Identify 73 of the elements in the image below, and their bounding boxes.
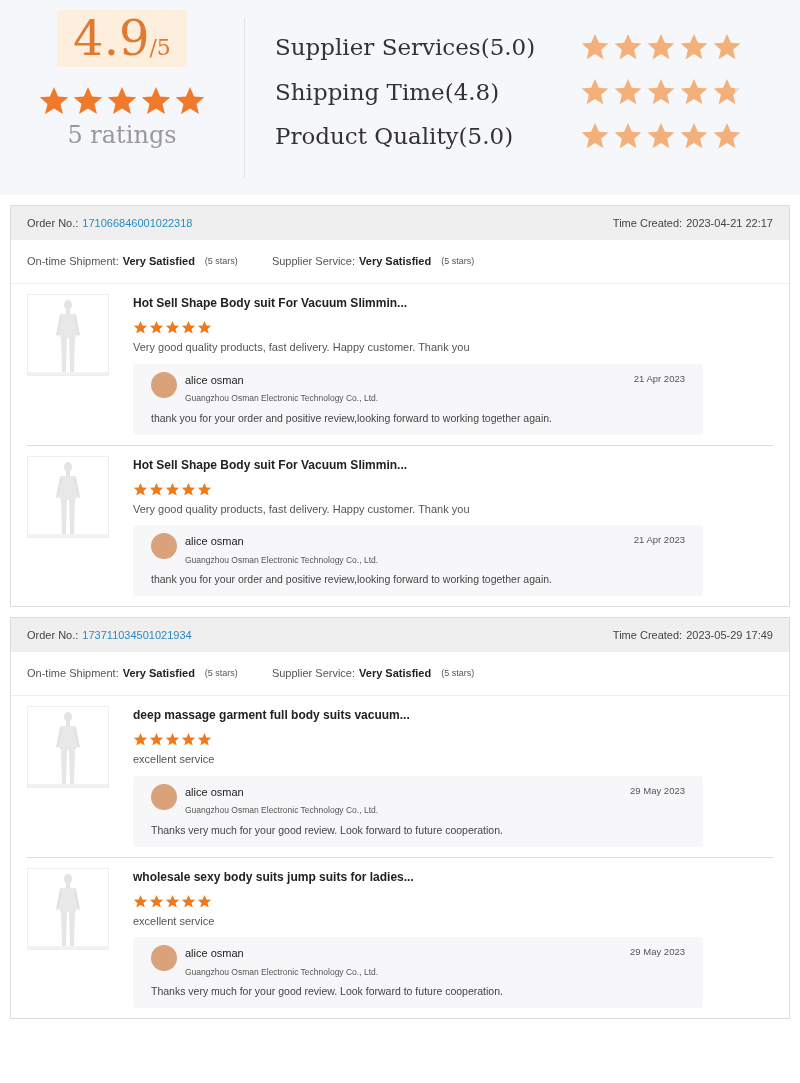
category-label: Supplier Services(5.0) xyxy=(275,33,537,62)
star-icon xyxy=(133,893,148,909)
company-name: Guangzhou Osman Electronic Technology Co., Ltd. xyxy=(185,804,379,817)
reply-date: 21 Apr 2023 xyxy=(633,533,685,547)
avatar xyxy=(151,533,177,559)
star-icon xyxy=(165,481,180,497)
criterion-value: Very Satisfied xyxy=(122,254,195,270)
star-icon xyxy=(181,732,196,747)
reply-text: thank you for your order and positive review,looking forward to working together again. xyxy=(151,410,553,426)
criterion-stars: (5 stars) xyxy=(441,254,475,268)
product-title: wholesale sexy body suits jump suits for ladies... xyxy=(133,868,415,886)
star-icon xyxy=(149,893,164,909)
replier-name: alice osman xyxy=(185,372,245,388)
company-name: Guangzhou Osman Electronic Technology Co., Ltd. xyxy=(185,965,379,979)
criterion-label: Supplier Service: xyxy=(271,666,356,682)
criterion-label: On-time Shipment: xyxy=(27,254,119,270)
order-label: Order No.: xyxy=(27,627,79,643)
time-label: Time Created: xyxy=(612,215,683,231)
review-text: Very good quality products, fast delivery. Happy customer. Thank you xyxy=(133,340,471,355)
criterion-stars: (5 stars) xyxy=(204,254,238,268)
criterion-value: Very Satisfied xyxy=(122,666,195,682)
reply-date: 29 May 2023 xyxy=(630,945,685,959)
star-icon xyxy=(181,481,196,497)
order-number-link[interactable]: 171066846001022318 xyxy=(82,214,193,232)
reply-text: thank you for your order and positive review,looking forward to working together again. xyxy=(151,572,553,588)
category-label: Product Quality(5.0) xyxy=(275,122,515,151)
time-value: 2023-05-29 17:49 xyxy=(686,627,773,643)
criterion-label: On-time Shipment: xyxy=(27,666,119,682)
score-badge: 4.9/5 xyxy=(57,10,187,67)
star-icon xyxy=(181,893,196,909)
star-icon xyxy=(149,732,164,747)
criterion-stars: (5 stars) xyxy=(441,666,475,680)
criterion-value: Very Satisfied xyxy=(359,254,432,270)
reply-date: 29 May 2023 xyxy=(630,783,685,798)
replier-name: alice osman xyxy=(185,784,245,800)
order-label: Order No.: xyxy=(27,215,79,231)
star-icon xyxy=(197,893,212,909)
product-title: deep massage garment full body suits vacuum... xyxy=(133,707,411,724)
star-icon xyxy=(149,481,164,497)
reply-text: Thanks very much for your good review. Look forward to future cooperation. xyxy=(151,984,504,1000)
reply-text: Thanks very much for your good review. Look forward to future cooperation. xyxy=(151,822,504,838)
product-title: Hot Sell Shape Body suit For Vacuum Slimmin... xyxy=(133,456,409,474)
category-label: Shipping Time(4.8) xyxy=(275,77,501,107)
company-name: Guangzhou Osman Electronic Technology Co., Ltd. xyxy=(185,392,379,405)
criterion-stars: (5 stars) xyxy=(204,666,238,680)
avatar xyxy=(151,783,177,810)
avatar xyxy=(151,945,177,971)
review-text: Very good quality products, fast delivery. Happy customer. Thank you xyxy=(133,501,471,517)
order-number-link[interactable]: 173711034501021934 xyxy=(82,626,192,644)
star-icon xyxy=(165,732,180,747)
ratings-count: 5 ratings xyxy=(67,119,177,151)
avatar xyxy=(151,371,177,398)
star-icon xyxy=(165,320,180,335)
star-icon xyxy=(133,481,148,497)
star-icon xyxy=(197,320,212,335)
time-value: 2023-04-21 22:17 xyxy=(686,215,773,231)
replier-name: alice osman xyxy=(185,534,245,549)
review-text: excellent service xyxy=(133,752,216,767)
star-icon xyxy=(181,320,196,335)
review-text: excellent service xyxy=(133,913,216,929)
company-name: Guangzhou Osman Electronic Technology Co., Ltd. xyxy=(185,553,379,567)
star-icon xyxy=(133,320,148,335)
star-icon xyxy=(165,893,180,909)
time-label: Time Created: xyxy=(612,627,683,643)
reply-date: 21 Apr 2023 xyxy=(633,371,685,386)
replier-name: alice osman xyxy=(185,946,245,961)
criterion-value: Very Satisfied xyxy=(359,666,432,682)
star-icon xyxy=(133,732,148,747)
criterion-label: Supplier Service: xyxy=(271,254,356,270)
star-icon xyxy=(149,320,164,335)
product-title: Hot Sell Shape Body suit For Vacuum Slimmin... xyxy=(133,295,409,312)
star-icon xyxy=(197,732,212,747)
star-icon xyxy=(197,481,212,497)
